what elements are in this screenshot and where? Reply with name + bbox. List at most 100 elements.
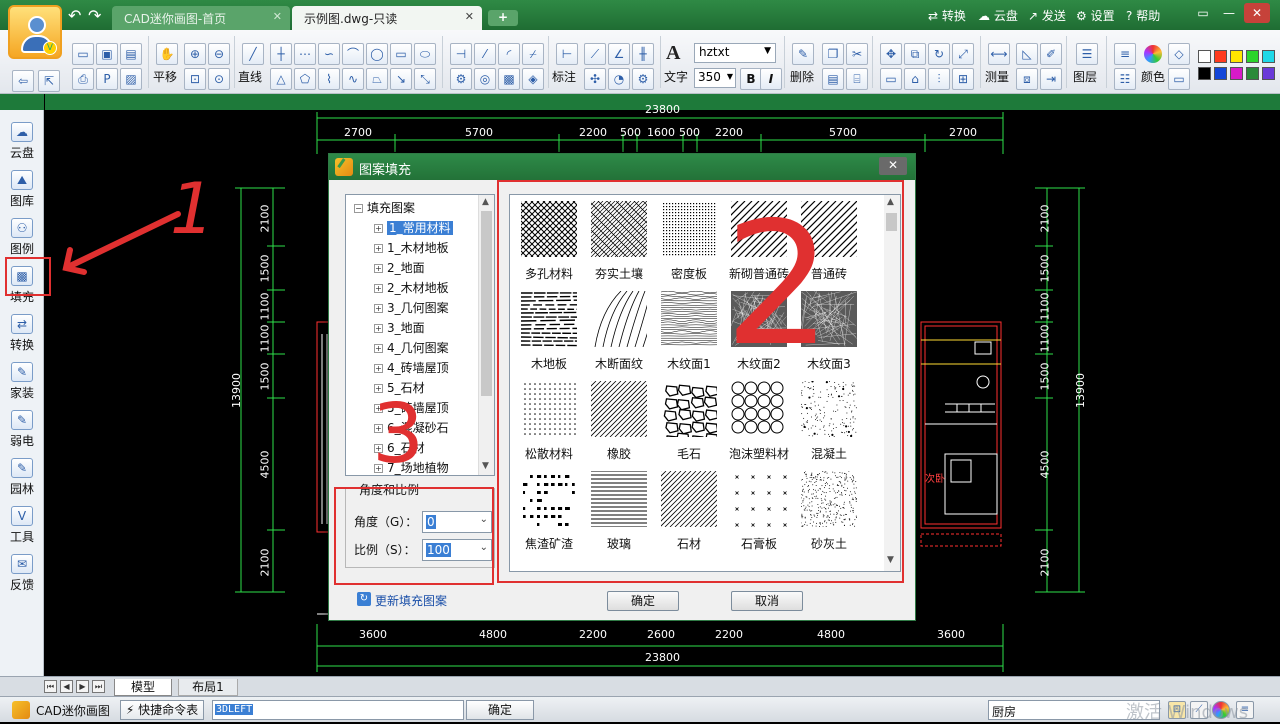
help-menu[interactable]: ? 帮助 [1126, 7, 1160, 24]
sidebar-item-home-decor[interactable]: ✎家装 [4, 356, 40, 402]
app-logo[interactable]: V [8, 5, 62, 59]
scroll-down-icon[interactable]: ▼ [482, 461, 489, 471]
chamfer-icon[interactable]: ⌿ [522, 43, 544, 65]
circle-icon[interactable]: ◯ [366, 43, 388, 65]
scale-icon[interactable]: ⤢ [952, 43, 974, 65]
next-tab-icon[interactable]: ▶ [76, 680, 89, 693]
tab-layout1[interactable]: 布局1 [178, 679, 238, 696]
offset-icon[interactable]: ◎ [474, 68, 496, 90]
image-icon[interactable]: ⧈ [1016, 68, 1038, 90]
prev-tab-icon[interactable]: ◀ [60, 680, 73, 693]
layer-icon[interactable]: ☰ [1076, 43, 1098, 65]
tree-item[interactable]: +1_常用材料 [374, 219, 453, 236]
screen-icon[interactable]: ▭ [1168, 68, 1190, 90]
bold-button[interactable]: B [740, 68, 762, 90]
send-menu[interactable]: ↗ 发送 [1028, 7, 1066, 24]
sidebar-item-low-voltage[interactable]: ✎弱电 [4, 404, 40, 450]
color-label[interactable]: 颜色 [1141, 68, 1165, 85]
line-icon[interactable]: ╱ [242, 43, 264, 65]
pen-icon[interactable]: ✐ [1040, 43, 1062, 65]
color-swatch-green[interactable] [1246, 50, 1259, 63]
color-swatch-purple[interactable] [1262, 67, 1275, 80]
tree-item[interactable]: +2_地面 [374, 259, 425, 276]
zoom-in-icon[interactable]: ⊕ [184, 43, 206, 65]
area-icon[interactable]: ◺ [1016, 43, 1038, 65]
rotate-icon[interactable]: ↻ [928, 43, 950, 65]
color-swatch-black[interactable] [1198, 67, 1211, 80]
tree-item[interactable]: +3_地面 [374, 319, 425, 336]
ok-button[interactable]: 确定 [607, 591, 679, 611]
close-window-icon[interactable]: ✕ [1244, 3, 1270, 23]
cloud-menu[interactable]: ☁ 云盘 [978, 7, 1018, 24]
color-swatch-red[interactable] [1214, 50, 1227, 63]
arc-icon[interactable]: ⌒ [342, 43, 364, 65]
settings-dim-icon[interactable]: ⚙ [632, 68, 654, 90]
undo-icon[interactable]: ↶ [68, 6, 81, 25]
export-image-icon[interactable]: ▨ [120, 68, 142, 90]
wave-icon[interactable]: ∿ [342, 68, 364, 90]
tree-item[interactable]: +4_砖墙屋顶 [374, 359, 449, 376]
settings-menu[interactable]: ⚙ 设置 [1076, 7, 1115, 24]
close-icon[interactable]: ✕ [273, 10, 282, 23]
back-icon[interactable]: ⇦ [12, 70, 34, 92]
shortcut-table-button[interactable]: ⚡ 快捷命令表 [120, 700, 204, 720]
color-swatch-cyan[interactable] [1262, 50, 1275, 63]
print-icon[interactable]: ⎙ [72, 68, 94, 90]
measure-icon[interactable]: ⟷ [988, 43, 1010, 65]
dialog-title-bar[interactable]: 图案填充 ✕ [329, 154, 915, 180]
refresh-icon[interactable]: ↻ [357, 592, 371, 606]
sidebar-item-feedback[interactable]: ✉反馈 [4, 548, 40, 594]
tab-home[interactable]: CAD迷你画图-首页 ✕ [112, 6, 290, 30]
first-tab-icon[interactable]: ⏮ [44, 680, 57, 693]
text-size-select[interactable]: 350▼ [694, 68, 736, 88]
rectangle-icon[interactable]: ▭ [390, 43, 412, 65]
command-input[interactable]: 3DLEFT [212, 700, 464, 720]
color-wheel-icon[interactable] [1144, 45, 1162, 63]
export-icon[interactable]: ⇥ [1040, 68, 1062, 90]
eraser-icon[interactable]: ✎ [792, 43, 814, 65]
zoom-extents-icon[interactable]: ⊙ [208, 68, 230, 90]
copy-icon[interactable]: ❐ [822, 43, 844, 65]
redo-icon[interactable]: ↷ [88, 6, 101, 25]
freehand-icon[interactable]: ⌇ [318, 68, 340, 90]
color-swatch-magenta[interactable] [1230, 67, 1243, 80]
tree-scrollbar[interactable]: ▲ ▼ [478, 195, 494, 475]
ray-icon[interactable]: ↘ [390, 68, 412, 90]
sidebar-item-garden[interactable]: ✎园林 [4, 452, 40, 498]
text-glyph[interactable]: A [666, 42, 680, 65]
mirror-icon[interactable]: ⫶ [928, 68, 950, 90]
fillet-icon[interactable]: ◜ [498, 43, 520, 65]
match-properties-icon[interactable]: ⌸ [846, 68, 868, 90]
lineweight-icon[interactable]: ☷ [1114, 68, 1136, 90]
color-swatch-white[interactable] [1198, 50, 1211, 63]
continue-dim-icon[interactable]: ╫ [632, 43, 654, 65]
tree-item[interactable]: +2_木材地板 [374, 279, 449, 296]
refresh-patterns-link[interactable]: 更新填充图案 [375, 592, 447, 609]
tab-model[interactable]: 模型 [114, 679, 172, 696]
zoom-window-icon[interactable]: ⊡ [184, 68, 206, 90]
delete-label[interactable]: 删除 [790, 68, 814, 85]
pan-label[interactable]: 平移 [153, 68, 177, 85]
annotate-label[interactable]: 标注 [552, 68, 576, 85]
tab-document[interactable]: 示例图.dwg-只读 ✕ [292, 6, 482, 30]
sidebar-item-convert[interactable]: ⇄转换 [4, 308, 40, 354]
cut-icon[interactable]: ✂ [846, 43, 868, 65]
italic-button[interactable]: I [760, 68, 782, 90]
paste-icon[interactable]: ▤ [822, 68, 844, 90]
save-as-icon[interactable]: ▤ [120, 43, 142, 65]
sidebar-item-legend[interactable]: ⚇图例 [4, 212, 40, 258]
close-icon[interactable]: ✕ [465, 10, 474, 23]
color-swatch-yellow[interactable] [1230, 50, 1243, 63]
explode-icon[interactable]: ⌂ [904, 68, 926, 90]
last-tab-icon[interactable]: ⏭ [92, 680, 105, 693]
angle-dim-icon[interactable]: ∠ [608, 43, 630, 65]
save-icon[interactable]: ▣ [96, 43, 118, 65]
arrow-icon[interactable]: ⤡ [414, 68, 436, 90]
line-label[interactable]: 直线 [238, 68, 262, 85]
break-icon[interactable]: ⊣ [450, 43, 472, 65]
dialog-close-button[interactable]: ✕ [879, 157, 907, 175]
spline-icon[interactable]: ∽ [318, 43, 340, 65]
color-swatch-blue[interactable] [1214, 67, 1227, 80]
scroll-up-icon[interactable]: ▲ [482, 197, 489, 207]
sidebar-item-gallery[interactable]: ⛰图库 [4, 164, 40, 210]
